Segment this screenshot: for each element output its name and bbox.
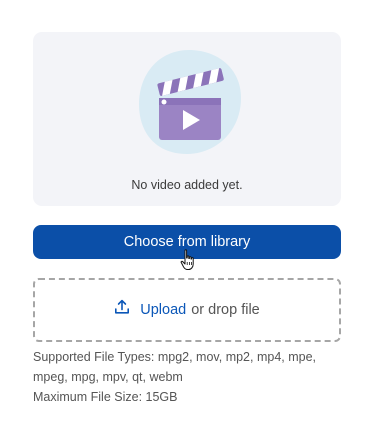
hand-cursor-icon [180, 249, 194, 270]
file-dropzone[interactable]: Upload or drop file [33, 278, 341, 342]
supported-types-line-2: mpeg, mpg, mpv, qt, webm [33, 370, 183, 384]
file-requirements: Supported File Types: mpg2, mov, mp2, mp… [33, 347, 353, 407]
supported-types-line-1: Supported File Types: mpg2, mov, mp2, mp… [33, 350, 317, 364]
upload-link[interactable]: Upload [140, 302, 186, 318]
max-file-size: Maximum File Size: 15GB [33, 390, 178, 404]
drop-file-text: or drop file [191, 302, 260, 318]
upload-icon [115, 299, 130, 314]
empty-state-text: No video added yet. [131, 178, 243, 192]
clapperboard-play-icon [139, 50, 241, 154]
video-preview: No video added yet. [33, 32, 341, 206]
